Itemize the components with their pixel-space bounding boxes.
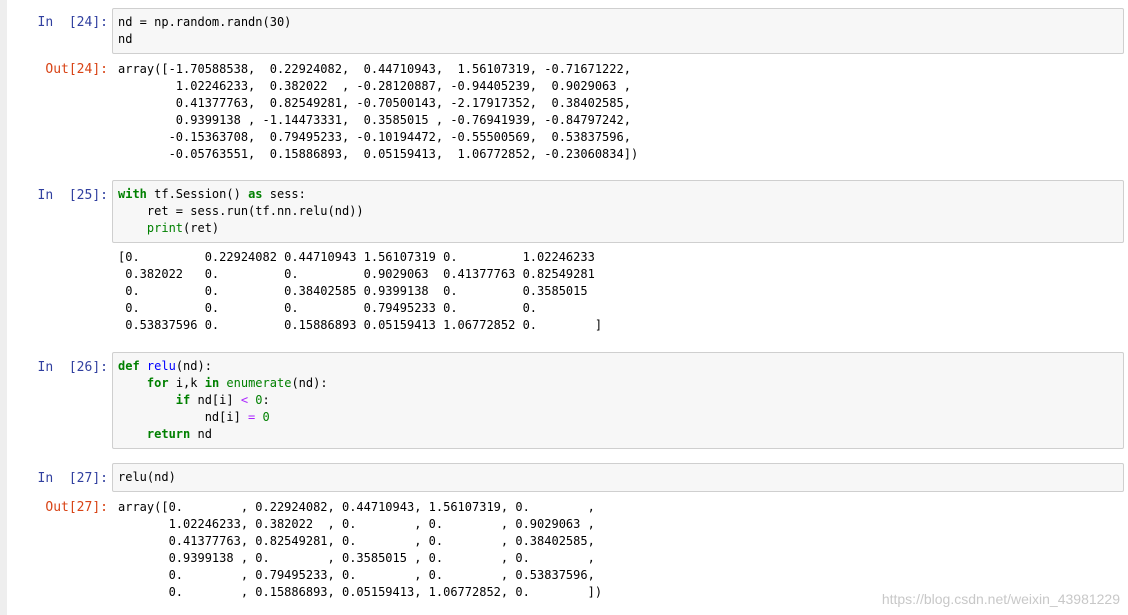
code-line: nd[i] = 0 (118, 410, 270, 424)
code-line: return nd (146, 427, 212, 441)
code-line: def relu(nd): (118, 359, 212, 373)
output-line: 0. 0. 0.38402585 0.9399138 0. 0.3585015 (118, 284, 588, 298)
input-prompt: In [25]: (37, 188, 108, 203)
output-line: 1.02246233, 0.382022 , -0.28120887, -0.9… (118, 79, 631, 93)
code-input-area[interactable]: nd = np.random.randn(30) nd (112, 8, 1124, 54)
output-line: 1.02246233, 0.382022 , 0. , 0. , 0.90290… (118, 517, 595, 531)
code-input-area[interactable]: def relu(nd): for i,k in enumerate(nd): … (112, 352, 1124, 449)
output-prompt: Out[24]: (45, 62, 108, 77)
code-line: nd (118, 32, 133, 46)
cell-output: array([-1.70588538, 0.22924082, 0.447109… (118, 61, 1118, 163)
output-line: [0. 0.22924082 0.44710943 1.56107319 0. … (118, 250, 595, 264)
output-line: -0.15363708, 0.79495233, -0.10194472, -0… (118, 130, 631, 144)
cell-output: array([0. , 0.22924082, 0.44710943, 1.56… (118, 499, 1118, 601)
output-prompt: Out[27]: (45, 500, 108, 515)
output-line: 0. , 0.79495233, 0. , 0. , 0.53837596, (118, 568, 595, 582)
output-line: 0.41377763, 0.82549281, 0. , 0. , 0.3840… (118, 534, 595, 548)
code-line: nd = np.random.randn(30) (118, 14, 1118, 31)
code-line: with tf.Session() as sess: (118, 187, 306, 201)
code-text: nd = np.random.randn(30) (118, 15, 292, 29)
code-line: for i,k in enumerate(nd): (146, 376, 328, 390)
input-prompt: In [26]: (37, 360, 108, 375)
output-line: array([-1.70588538, 0.22924082, 0.447109… (118, 62, 631, 76)
input-prompt: In [24]: (37, 15, 108, 30)
code-line: if nd[i] < 0: (175, 393, 270, 407)
code-line: print(ret) (146, 221, 220, 235)
code-line: ret = sess.run(tf.nn.relu(nd)) (118, 204, 364, 218)
output-line: 0.9399138 , -1.14473331, 0.3585015 , -0.… (118, 113, 631, 127)
output-line: 0.41377763, 0.82549281, -0.70500143, -2.… (118, 96, 631, 110)
output-line: 0.53837596 0. 0.15886893 0.05159413 1.06… (118, 318, 603, 332)
output-line: -0.05763551, 0.15886893, 0.05159413, 1.0… (118, 147, 639, 161)
code-input-area[interactable]: relu(nd) (112, 463, 1124, 492)
output-line: 0. 0. 0. 0.79495233 0. 0. (118, 301, 538, 315)
watermark: https://blog.csdn.net/weixin_43981229 (881, 591, 1120, 607)
code-line: relu(nd) (118, 470, 176, 484)
cell-output: [0. 0.22924082 0.44710943 1.56107319 0. … (118, 249, 1118, 334)
output-line: 0.9399138 , 0. , 0.3585015 , 0. , 0. , (118, 551, 595, 565)
output-line: 0.382022 0. 0. 0.9029063 0.41377763 0.82… (118, 267, 595, 281)
output-line: array([0. , 0.22924082, 0.44710943, 1.56… (118, 500, 595, 514)
notebook-left-gutter (0, 0, 7, 615)
code-input-area[interactable]: with tf.Session() as sess: ret = sess.ru… (112, 180, 1124, 243)
input-prompt: In [27]: (37, 471, 108, 486)
